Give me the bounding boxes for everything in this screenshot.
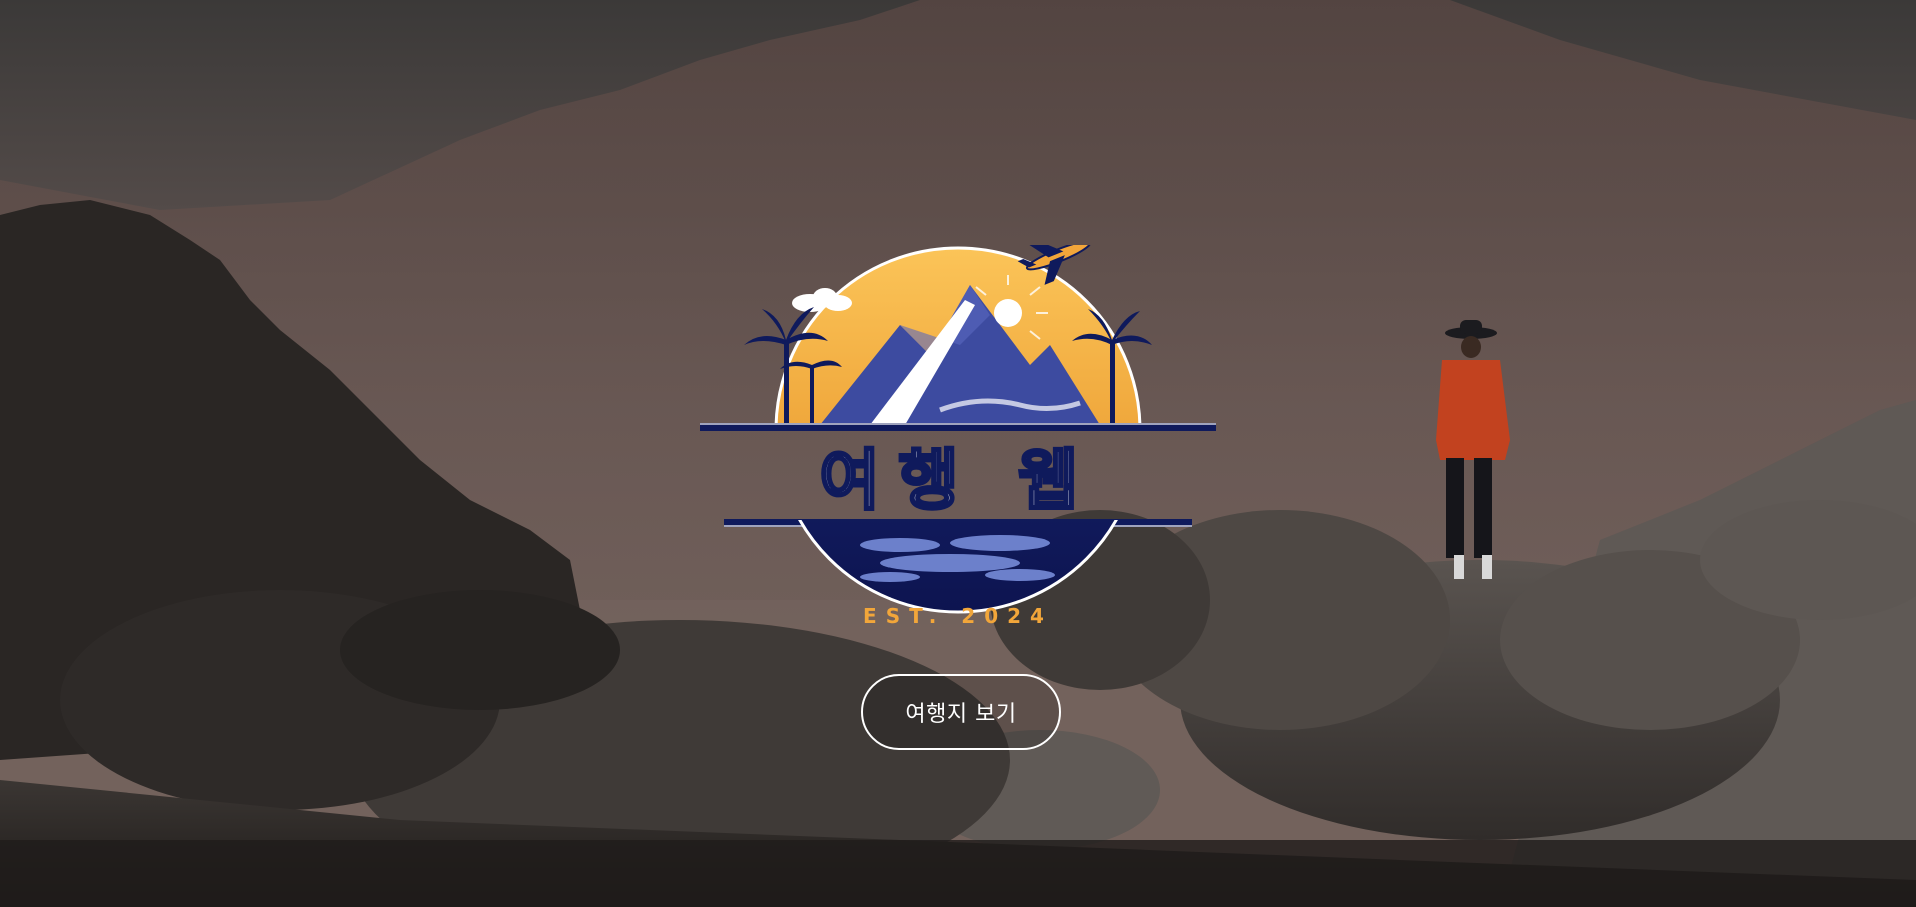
logo-est: EST. 2024 [863, 604, 1053, 628]
logo-title: 여행 웹 [819, 442, 1096, 519]
boulder [340, 590, 620, 710]
travel-web-logo: 여행 웹 EST. 2024 [700, 245, 1216, 628]
sun-icon [994, 299, 1022, 327]
view-destinations-button[interactable]: 여행지 보기 [861, 674, 1061, 750]
hero-section: 여행 웹 EST. 2024 여행지 보기 [0, 0, 1916, 907]
